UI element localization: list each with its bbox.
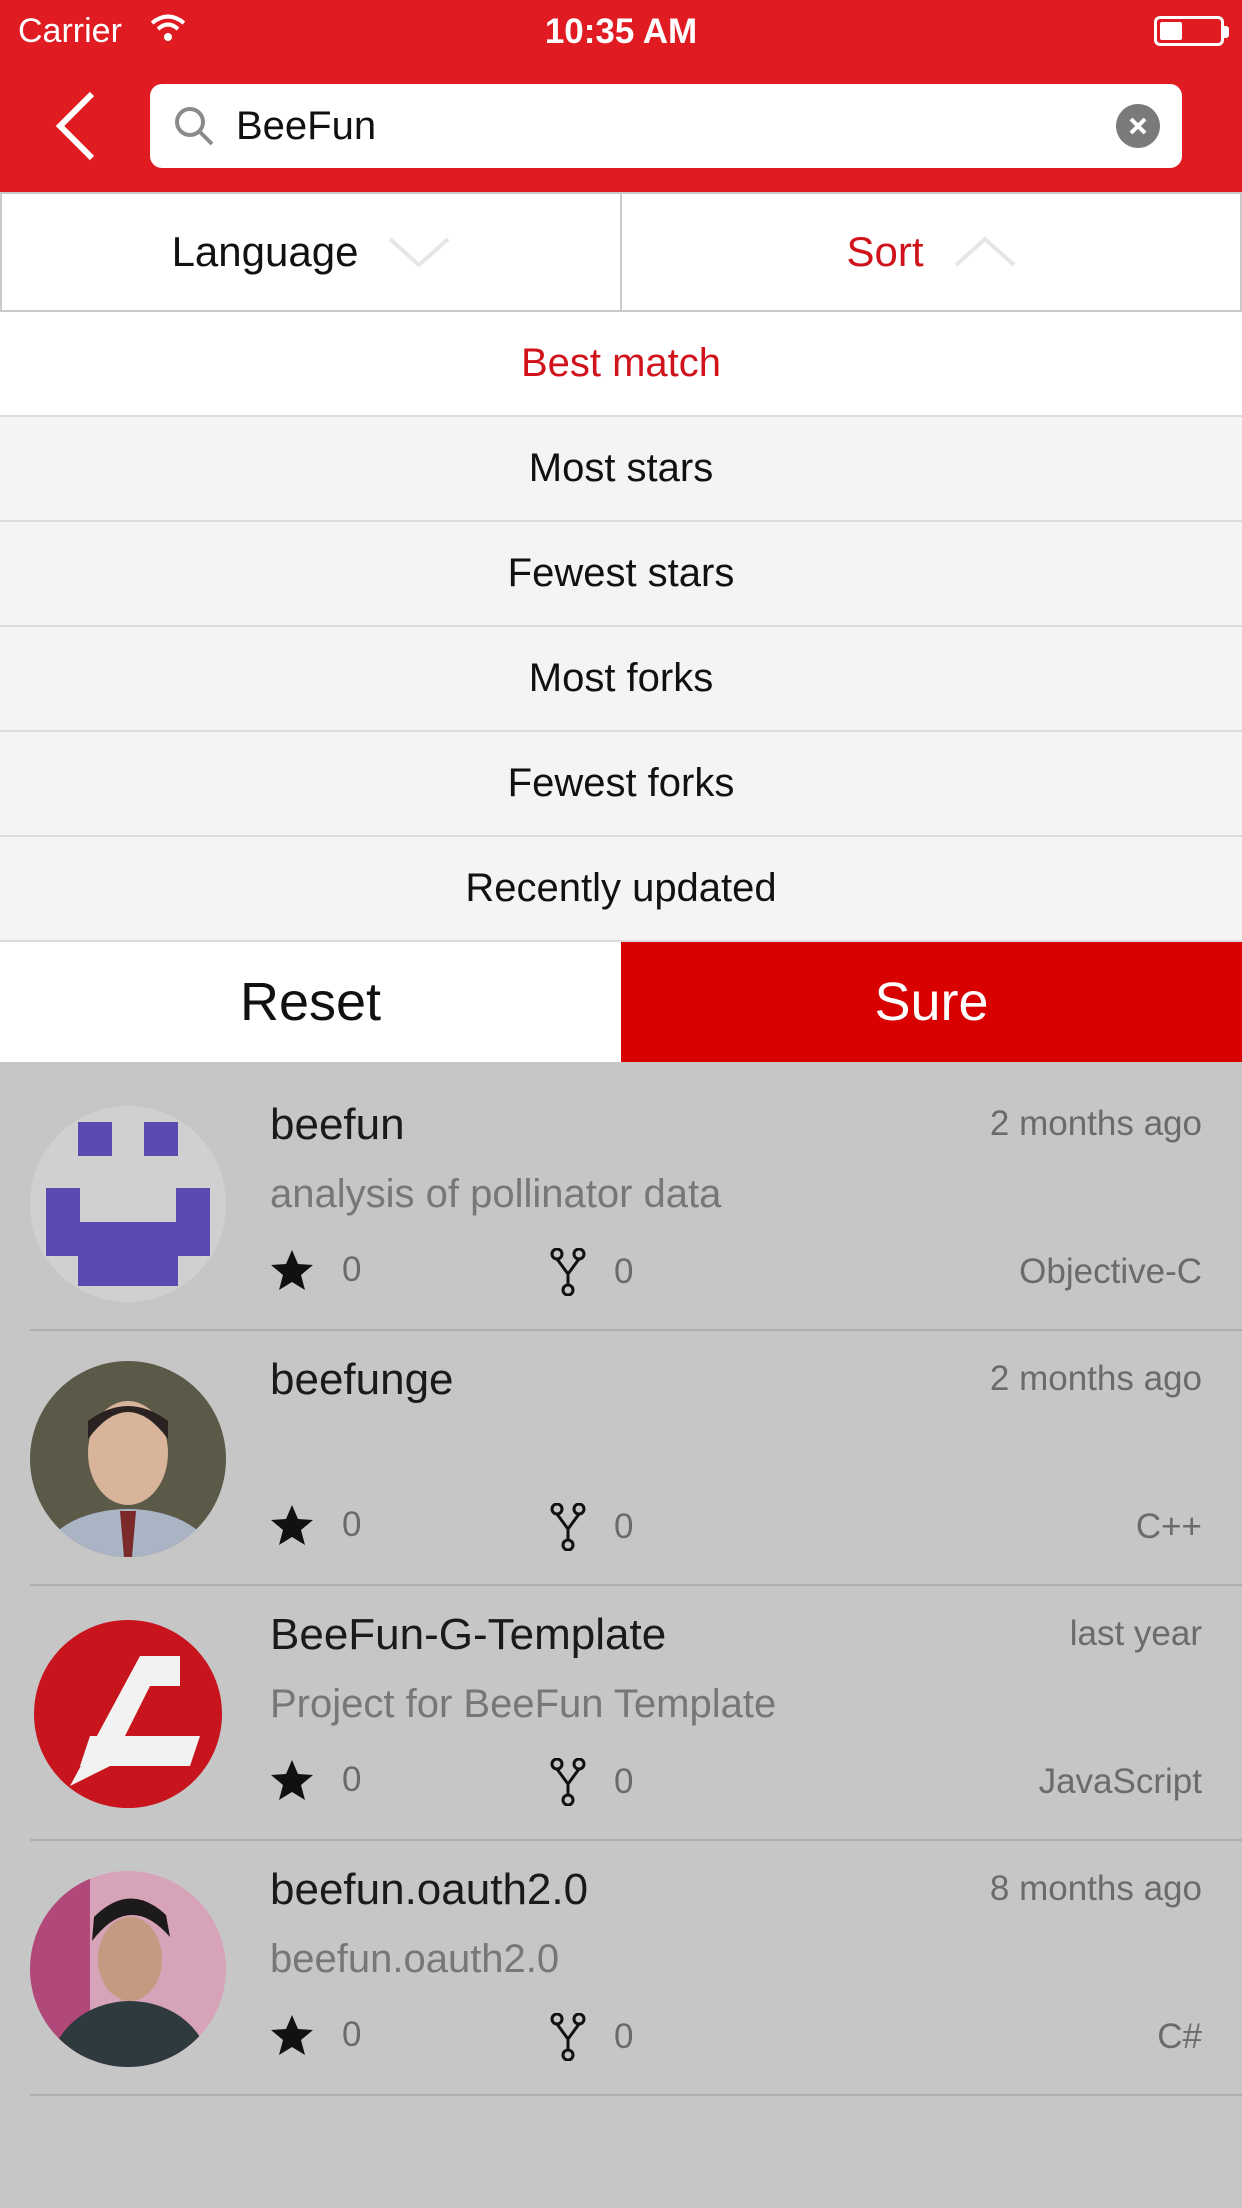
star-icon — [271, 2015, 313, 2055]
repo-stars: 0 — [270, 1758, 361, 1802]
repo-forks: 0 — [550, 2013, 633, 2061]
repo-stars: 0 — [270, 2013, 361, 2057]
sort-option-fewest-stars[interactable]: Fewest stars — [0, 522, 1242, 627]
sure-button[interactable]: Sure — [621, 942, 1242, 1062]
repo-name: beefunge — [270, 1355, 454, 1404]
sort-option-best-match[interactable]: Best match — [0, 312, 1242, 417]
repo-description: Project for BeeFun Template — [270, 1682, 777, 1726]
reset-button[interactable]: Reset — [0, 942, 621, 1062]
sort-option-fewest-forks[interactable]: Fewest forks — [0, 732, 1242, 837]
repo-stars: 0 — [270, 1503, 361, 1547]
search-icon — [175, 107, 214, 146]
battery-icon — [1154, 16, 1229, 46]
repo-description: beefun.oauth2.0 — [270, 1937, 560, 1981]
tab-sort-label: Sort — [846, 228, 924, 275]
fork-icon — [550, 1758, 586, 1806]
repo-forks: 0 — [550, 1503, 633, 1551]
star-icon — [271, 1250, 313, 1290]
sort-options-list: Best match Most stars Fewest stars Most … — [0, 312, 1242, 942]
list-item[interactable]: BeeFun-G-Template last year Project for … — [30, 1586, 1242, 1841]
repo-language: JavaScript — [1038, 1762, 1202, 1801]
navigation-bar: Carrier 10:35 AM — [0, 0, 1242, 192]
clear-search-icon[interactable] — [1116, 104, 1160, 148]
search-input[interactable] — [236, 94, 1056, 158]
repo-name: BeeFun-G-Template — [270, 1610, 667, 1659]
list-item[interactable]: beefunge 2 months ago 0 0 C++ — [30, 1331, 1242, 1586]
forks-count: 0 — [614, 1252, 634, 1291]
status-bar: Carrier 10:35 AM — [0, 0, 1242, 62]
repo-updated: 2 months ago — [989, 1104, 1202, 1143]
repo-forks: 0 — [550, 1758, 633, 1806]
list-item[interactable]: beefun.oauth2.0 8 months ago beefun.oaut… — [30, 1841, 1242, 2096]
avatar — [30, 1361, 226, 1557]
star-icon — [271, 1760, 313, 1800]
repo-description: analysis of pollinator data — [270, 1172, 722, 1216]
repo-stars: 0 — [270, 1248, 361, 1292]
avatar — [30, 1871, 226, 2067]
forks-count: 0 — [614, 1762, 634, 1801]
repo-language: C++ — [1135, 1507, 1202, 1546]
sort-option-most-stars[interactable]: Most stars — [0, 417, 1242, 522]
tab-language-label: Language — [171, 228, 359, 275]
forks-count: 0 — [614, 2017, 634, 2056]
fork-icon — [550, 1248, 586, 1296]
filter-actions: Reset Sure — [0, 942, 1242, 1062]
fork-icon — [550, 2013, 586, 2061]
avatar — [30, 1106, 226, 1302]
sort-option-most-forks[interactable]: Most forks — [0, 627, 1242, 732]
stars-count: 0 — [342, 1250, 362, 1289]
stars-count: 0 — [342, 1505, 362, 1544]
sort-option-recently-updated[interactable]: Recently updated — [0, 837, 1242, 942]
repo-forks: 0 — [550, 1248, 633, 1296]
filter-tabs: Language Sort — [0, 192, 1242, 312]
tab-language[interactable]: Language — [0, 192, 622, 312]
repo-updated: 2 months ago — [989, 1359, 1202, 1398]
chevron-down-icon — [389, 237, 450, 268]
list-item[interactable]: beefun 2 months ago analysis of pollinat… — [30, 1076, 1242, 1331]
star-icon — [271, 1505, 313, 1545]
stars-count: 0 — [342, 1760, 362, 1799]
tab-sort[interactable]: Sort — [622, 192, 1242, 312]
forks-count: 0 — [614, 1507, 634, 1546]
repo-name: beefun — [270, 1100, 405, 1149]
chevron-up-icon — [954, 236, 1015, 267]
avatar — [30, 1616, 226, 1812]
stars-count: 0 — [342, 2015, 362, 2054]
fork-icon — [550, 1503, 586, 1551]
repo-updated: 8 months ago — [989, 1869, 1202, 1908]
repo-language: C# — [1157, 2017, 1202, 2056]
back-arrow-icon[interactable] — [50, 88, 110, 164]
repo-language: Objective-C — [1019, 1252, 1202, 1291]
repository-list: beefun 2 months ago analysis of pollinat… — [0, 1076, 1242, 2096]
repo-name: beefun.oauth2.0 — [270, 1865, 589, 1914]
search-bar[interactable] — [150, 84, 1182, 168]
clock: 10:35 AM — [544, 12, 698, 51]
repo-updated: last year — [1069, 1614, 1202, 1653]
